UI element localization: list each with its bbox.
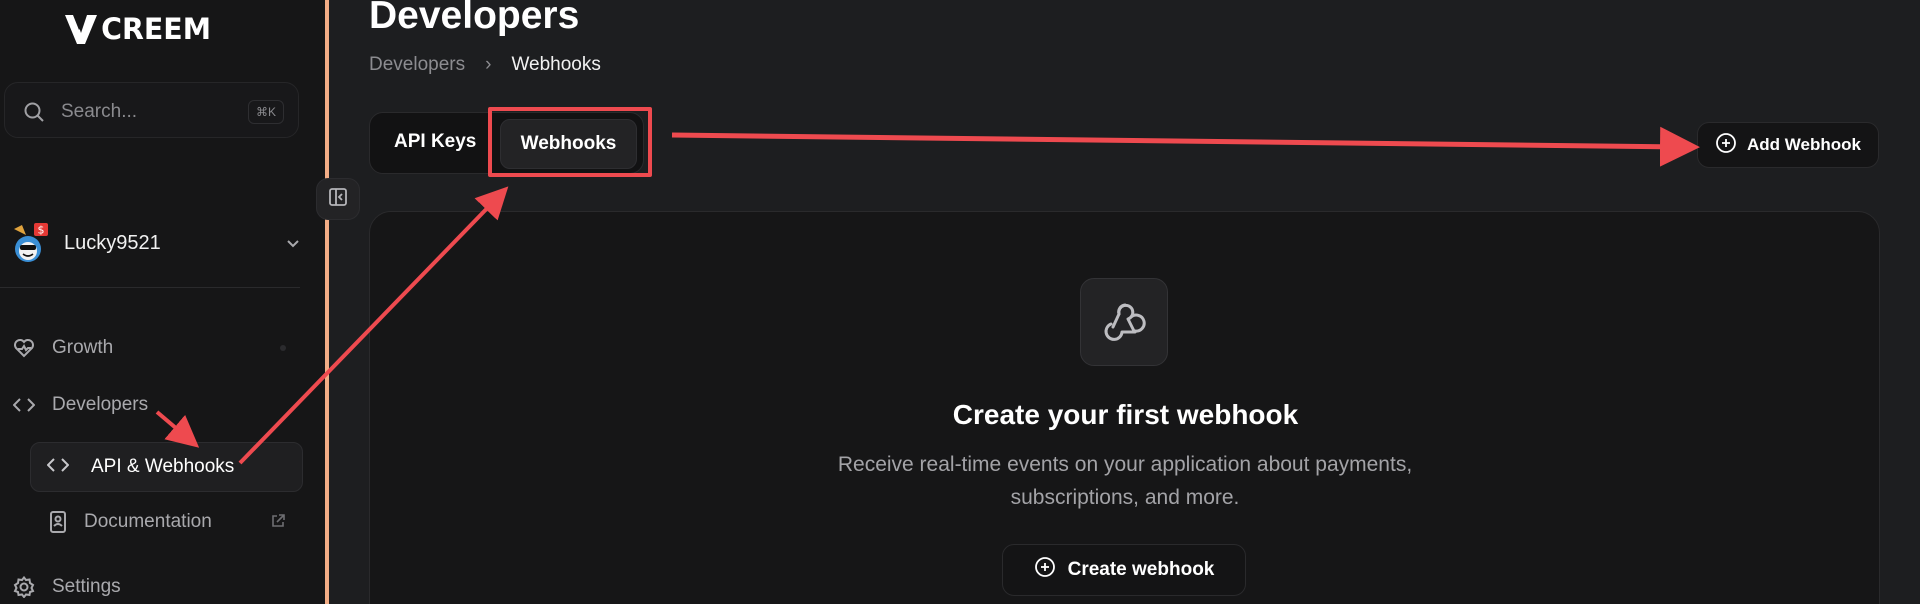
plus-circle-icon: [1715, 132, 1737, 159]
breadcrumb-parent[interactable]: Developers: [369, 54, 465, 76]
logo-text: CREEM: [101, 12, 211, 46]
sidebar-item-developers[interactable]: Developers: [12, 393, 148, 417]
avatar: $: [12, 223, 48, 263]
breadcrumb: Developers › Webhooks: [369, 54, 601, 76]
external-link-icon: [270, 513, 286, 534]
sidebar-accent-border: [325, 0, 329, 604]
app-root: CREEM Search... ⌘K $ Lucky9521 Growth De…: [0, 0, 1920, 604]
search-icon: [23, 101, 45, 128]
breadcrumb-separator: ›: [485, 54, 492, 75]
sidebar-item-growth[interactable]: Growth: [12, 336, 113, 360]
growth-indicator: [280, 345, 286, 351]
annotation-arrow: [671, 126, 1700, 167]
gear-icon: [12, 575, 36, 599]
sidebar-item-settings[interactable]: Settings: [12, 575, 121, 599]
page-title: Developers: [369, 0, 580, 37]
webhook-icon: [1080, 278, 1168, 366]
chevron-down-icon: [284, 234, 302, 257]
plus-circle-icon: [1034, 556, 1056, 584]
tab-api-keys[interactable]: API Keys: [394, 131, 476, 153]
create-webhook-label: Create webhook: [1067, 559, 1215, 580]
team-switcher[interactable]: $ Lucky9521: [12, 222, 302, 264]
brand-logo[interactable]: CREEM: [64, 12, 212, 46]
search-box[interactable]: Search... ⌘K: [4, 82, 299, 138]
sidebar-item-label: Growth: [52, 337, 114, 358]
logo-mark-icon: [64, 13, 98, 45]
sidebar-item-label: Settings: [52, 576, 121, 597]
sidebar-item-documentation[interactable]: Documentation: [46, 510, 296, 534]
add-webhook-label: Add Webhook: [1747, 135, 1861, 154]
heart-icon: [12, 336, 36, 360]
search-shortcut: ⌘K: [247, 100, 284, 124]
book-icon: [46, 510, 70, 534]
sidebar-divider: [0, 287, 300, 288]
sidebar-collapse-icon: [328, 187, 348, 212]
avatar-badge: $: [38, 224, 45, 237]
sidebar-item-label: API & Webhooks: [91, 456, 235, 477]
breadcrumb-current: Webhooks: [511, 54, 601, 75]
empty-state-title: Create your first webhook: [952, 399, 1299, 430]
sidebar: CREEM Search... ⌘K $ Lucky9521 Growth De…: [0, 0, 325, 604]
sidebar-collapse-button[interactable]: [316, 178, 360, 220]
sidebar-item-label: Documentation: [84, 511, 212, 532]
sidebar-item-api-webhooks[interactable]: API & Webhooks: [30, 442, 303, 492]
code-icon: [12, 393, 36, 417]
empty-state-description: Receive real-time events on your applica…: [837, 453, 1413, 509]
search-placeholder: Search...: [61, 101, 138, 122]
add-webhook-button[interactable]: Add Webhook: [1697, 122, 1879, 168]
team-name: Lucky9521: [64, 231, 161, 254]
create-webhook-button[interactable]: Create webhook: [1002, 544, 1246, 596]
code-icon: [46, 457, 70, 478]
empty-state-card: Create your first webhook Receive real-t…: [369, 211, 1880, 604]
annotation-highlight-box: [488, 107, 652, 177]
sidebar-item-label: Developers: [52, 394, 149, 415]
